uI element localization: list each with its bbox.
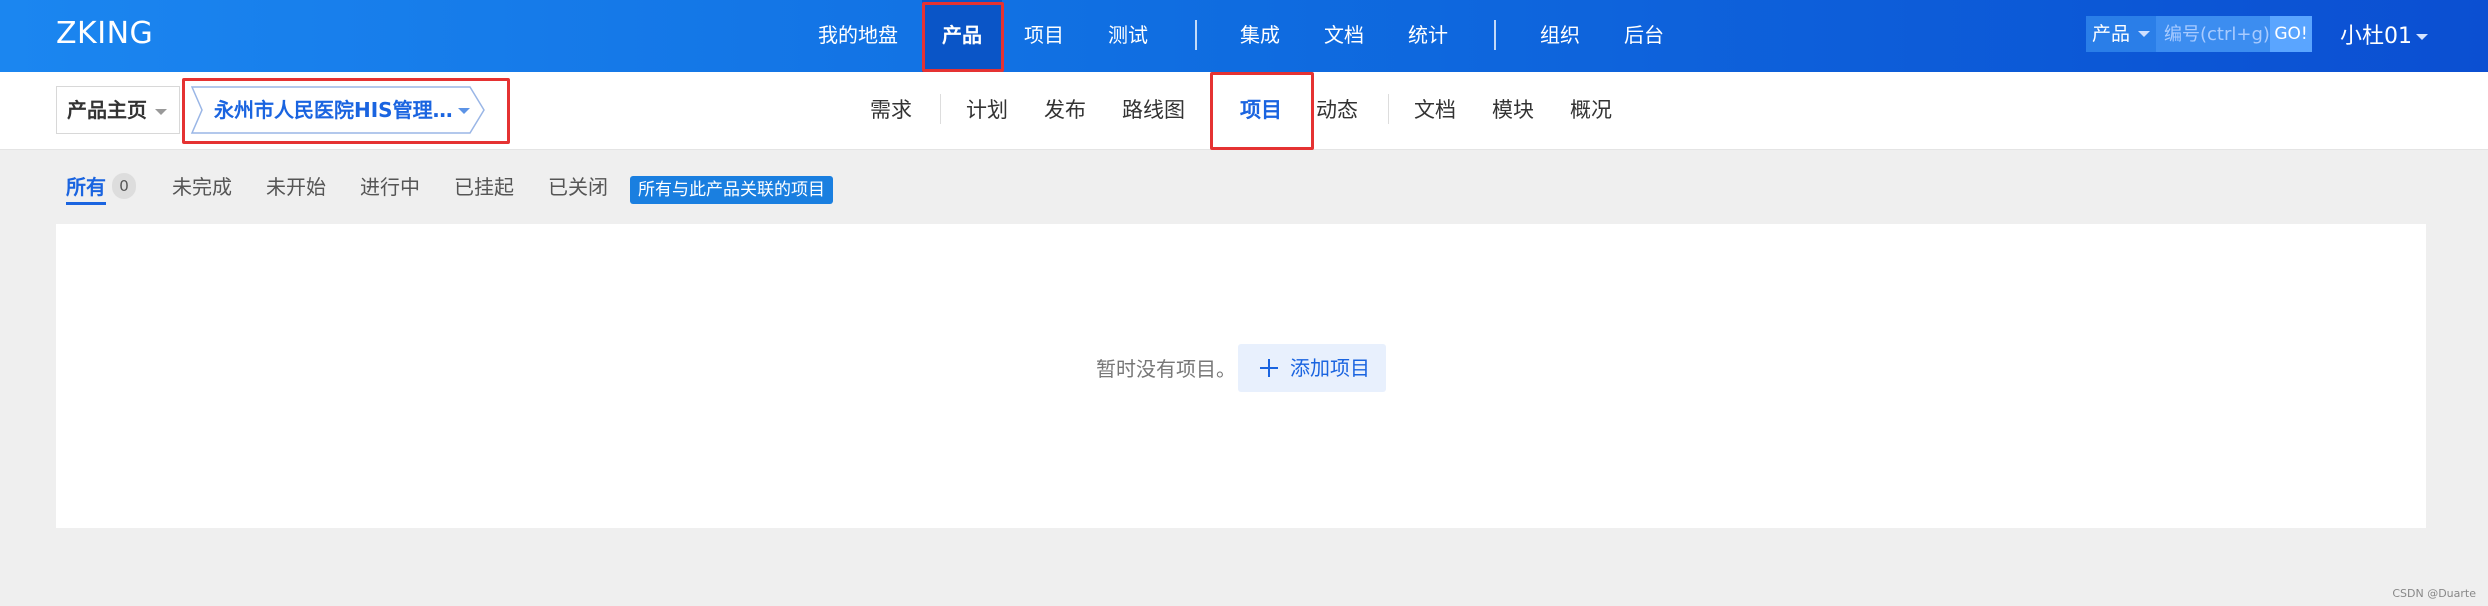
- nav-doc[interactable]: 文档: [1324, 0, 1364, 72]
- subnav-dynamics[interactable]: 动态: [1316, 72, 1358, 150]
- watermark: CSDN @Duarte: [2392, 587, 2476, 600]
- search-category-label: 产品: [2092, 23, 2131, 45]
- nav-project[interactable]: 项目: [1024, 0, 1064, 72]
- nav-divider: [1494, 20, 1496, 50]
- subnav-divider: [1388, 94, 1389, 124]
- tab-wait[interactable]: 未开始: [266, 172, 326, 202]
- nav-stats[interactable]: 统计: [1408, 0, 1448, 72]
- nav-test[interactable]: 测试: [1108, 0, 1148, 72]
- tab-all[interactable]: 所有: [66, 172, 106, 202]
- tab-closed[interactable]: 已关闭: [548, 172, 608, 202]
- subnav-roadmap[interactable]: 路线图: [1122, 72, 1185, 150]
- nav-divider: [1195, 20, 1197, 50]
- subnav-docs[interactable]: 文档: [1414, 72, 1456, 150]
- nav-admin[interactable]: 后台: [1624, 0, 1664, 72]
- subnav-stories[interactable]: 需求: [870, 72, 912, 150]
- add-project-button[interactable]: 添加项目: [1238, 344, 1386, 392]
- tab-undone[interactable]: 未完成: [172, 172, 232, 202]
- nav-product[interactable]: 产品: [922, 0, 1002, 72]
- nav-my-workspace[interactable]: 我的地盘: [818, 0, 898, 72]
- search-input[interactable]: [2156, 16, 2270, 52]
- logo[interactable]: ZKING: [56, 16, 153, 51]
- empty-message: 暂时没有项目。: [1096, 357, 1236, 381]
- product-home-label: 产品主页: [67, 98, 147, 122]
- search-bar: 产品 GO!: [2086, 16, 2312, 52]
- subnav-divider: [940, 94, 941, 124]
- tab-suspended[interactable]: 已挂起: [454, 172, 514, 202]
- top-header: ZKING 我的地盘 产品 项目 测试 集成 文档 统计 组织 后台 产品 GO…: [0, 0, 2488, 72]
- subnav-overview[interactable]: 概况: [1570, 72, 1612, 150]
- search-category-select[interactable]: 产品: [2086, 16, 2156, 52]
- search-go-button[interactable]: GO!: [2270, 16, 2312, 52]
- breadcrumb-product-name: 永州市人民医院HIS管理…: [214, 98, 453, 122]
- user-menu[interactable]: 小杜01: [2340, 18, 2428, 50]
- subnav-modules[interactable]: 模块: [1492, 72, 1534, 150]
- chevron-down-icon: [2416, 34, 2428, 40]
- nav-integration[interactable]: 集成: [1240, 0, 1280, 72]
- subnav-plans[interactable]: 计划: [966, 72, 1008, 150]
- active-tab-indicator: [66, 202, 106, 205]
- linked-projects-tag[interactable]: 所有与此产品关联的项目: [630, 176, 833, 204]
- product-home-button[interactable]: 产品主页: [56, 86, 180, 134]
- nav-org[interactable]: 组织: [1540, 0, 1580, 72]
- plus-icon: [1260, 359, 1278, 377]
- subnav-releases[interactable]: 发布: [1044, 72, 1086, 150]
- subnav-projects[interactable]: 项目: [1240, 72, 1282, 150]
- count-badge: 0: [112, 173, 136, 199]
- tab-doing[interactable]: 进行中: [360, 172, 420, 202]
- chevron-down-icon: [2138, 31, 2150, 37]
- chevron-down-icon: [458, 108, 470, 114]
- chevron-down-icon: [155, 109, 167, 115]
- user-name: 小杜01: [2340, 24, 2412, 49]
- add-project-label: 添加项目: [1290, 356, 1370, 380]
